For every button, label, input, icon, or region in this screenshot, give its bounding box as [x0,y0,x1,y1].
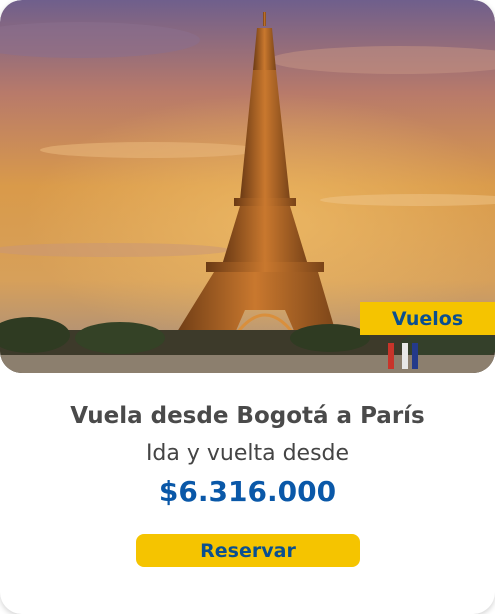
offer-title: Vuela desde Bogotá a París [70,403,425,429]
offer-price: $6.316.000 [158,475,337,508]
category-badge: Vuelos [360,302,495,335]
offer-subtitle: Ida y vuelta desde [145,441,350,466]
reservar-button[interactable]: Reservar [136,534,360,567]
destination-photo: Vuelos [0,0,495,373]
flight-offer-card[interactable]: Vuelos Vuela desde Bogotá a París Ida y … [0,0,495,614]
